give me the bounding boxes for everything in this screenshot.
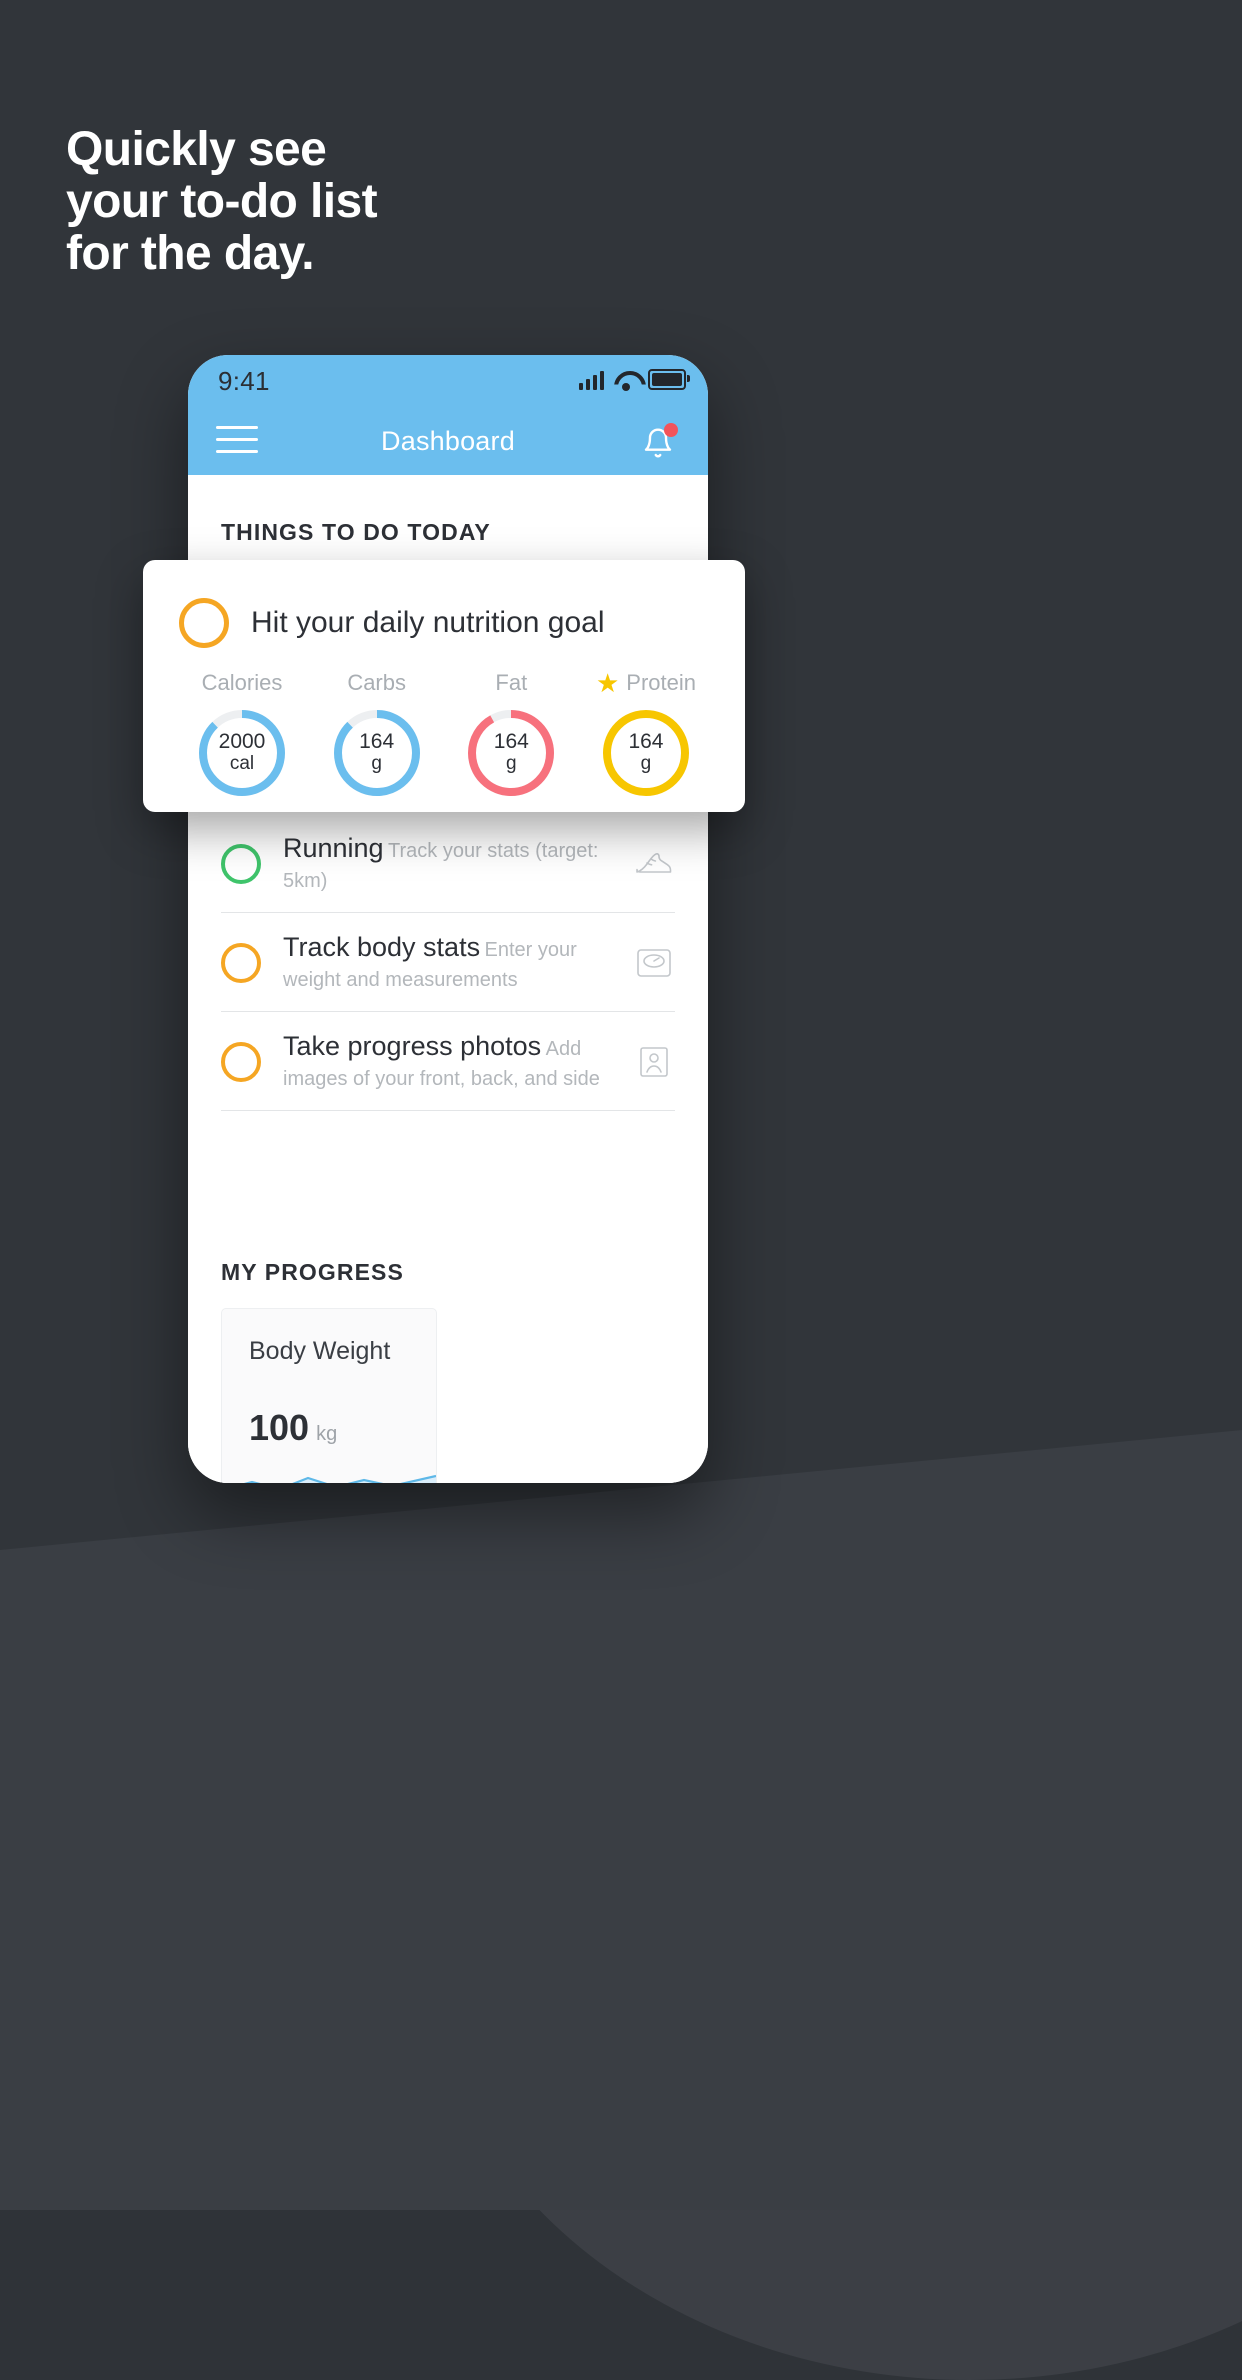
ring-center-text: 164 g	[464, 706, 558, 800]
progress-card-title: Body Weight	[249, 1337, 391, 1365]
app-nav-bar: Dashboard	[188, 407, 708, 475]
task-row[interactable]: Running Track your stats (target: 5km)	[221, 814, 675, 913]
task-text: Running Track your stats (target: 5km)	[283, 831, 633, 896]
headline-line-2: your to-do list	[66, 175, 378, 229]
task-text: Take progress photos Add images of your …	[283, 1029, 633, 1094]
battery-icon	[648, 369, 690, 390]
task-title: Track body stats	[283, 932, 481, 962]
task-checkbox-ring[interactable]	[221, 843, 261, 884]
nutrition-card-title: Hit your daily nutrition goal	[251, 606, 605, 639]
ring-value: 2000	[218, 730, 266, 753]
task-checkbox-ring[interactable]	[221, 1041, 261, 1082]
progress-card-grid: Body Weight 100 kg Body Fat 23 %	[188, 1286, 708, 1483]
nav-bar-title: Dashboard	[381, 425, 515, 456]
headline-line-3: for the day.	[66, 227, 315, 281]
progress-card-value: 100 kg	[249, 1410, 337, 1446]
notification-badge-dot	[664, 423, 678, 437]
circle-unchecked-icon[interactable]	[179, 598, 229, 648]
ring-value: 164	[628, 730, 664, 753]
ring-center-text: 2000 cal	[195, 706, 289, 800]
task-checkbox-ring[interactable]	[221, 942, 261, 983]
page-title: Quickly see your to-do list for the day.	[66, 124, 766, 280]
ring-graphic: 2000 cal	[195, 706, 289, 800]
ring-value: 164	[359, 730, 395, 753]
ring-label: Carbs	[347, 670, 406, 695]
ring-label-wrap: ★ Protein	[596, 670, 696, 696]
nutrition-card-header: Hit your daily nutrition goal	[143, 560, 745, 648]
nutrition-goal-card[interactable]: Hit your daily nutrition goal Calories 2…	[143, 560, 745, 812]
ring-graphic: 164 g	[464, 706, 558, 800]
sparkline-chart	[243, 1474, 436, 1483]
nutrition-ring-carbs[interactable]: Carbs 164 g	[318, 670, 436, 800]
task-title: Running	[283, 833, 384, 863]
status-bar: 9:41	[188, 355, 708, 407]
task-row[interactable]: Take progress photos Add images of your …	[221, 1012, 675, 1111]
hamburger-menu-icon[interactable]	[216, 426, 258, 456]
scale-icon	[633, 942, 675, 984]
nutrition-ring-fat[interactable]: Fat 164 g	[452, 670, 570, 800]
ring-unit: g	[371, 753, 382, 774]
section-heading-progress: MY PROGRESS	[221, 1259, 404, 1285]
signal-bars-icon	[579, 370, 604, 390]
task-row[interactable]: Track body stats Enter your weight and m…	[221, 913, 675, 1012]
task-title: Take progress photos	[283, 1031, 542, 1061]
nutrition-rings-row: Calories 2000 cal Carbs 164 g Fat 164 g …	[143, 648, 745, 800]
ring-center-text: 164 g	[599, 706, 693, 800]
ring-unit: g	[640, 753, 652, 774]
ring-unit: cal	[229, 753, 255, 774]
nutrition-ring-calories[interactable]: Calories 2000 cal	[183, 670, 301, 800]
phone-mockup: 9:41 Dashboard THINGS TO DO TODAY Runnin…	[188, 355, 708, 1483]
ring-label-wrap: Fat	[495, 670, 527, 696]
wifi-icon	[614, 370, 638, 390]
nutrition-ring-protein[interactable]: ★ Protein 164 g	[587, 670, 705, 800]
ring-value: 164	[493, 730, 529, 753]
ring-graphic: 164 g	[599, 706, 693, 800]
star-icon: ★	[595, 668, 620, 698]
ring-center-text: 164 g	[330, 706, 424, 800]
ring-graphic: 164 g	[330, 706, 424, 800]
progress-card-number: 100	[249, 1407, 310, 1448]
ring-unit: g	[506, 753, 517, 774]
notifications-button[interactable]	[636, 421, 680, 465]
section-heading-todo: THINGS TO DO TODAY	[221, 519, 491, 545]
ring-label-wrap: Carbs	[347, 670, 406, 696]
background-diagonal-shape	[0, 1430, 1242, 2210]
status-bar-icons	[579, 369, 690, 390]
running-shoe-icon	[633, 843, 675, 885]
status-bar-clock: 9:41	[218, 365, 270, 396]
photo-person-icon	[633, 1041, 675, 1083]
ring-label: Protein	[626, 670, 696, 695]
headline-line-1: Quickly see	[66, 123, 327, 177]
ring-label: Calories	[201, 670, 283, 695]
task-text: Track body stats Enter your weight and m…	[283, 930, 633, 995]
progress-card-unit: kg	[316, 1423, 338, 1445]
ring-label: Fat	[495, 670, 528, 695]
ring-label-wrap: Calories	[202, 670, 283, 696]
progress-card-body-weight[interactable]: Body Weight 100 kg	[221, 1308, 437, 1483]
